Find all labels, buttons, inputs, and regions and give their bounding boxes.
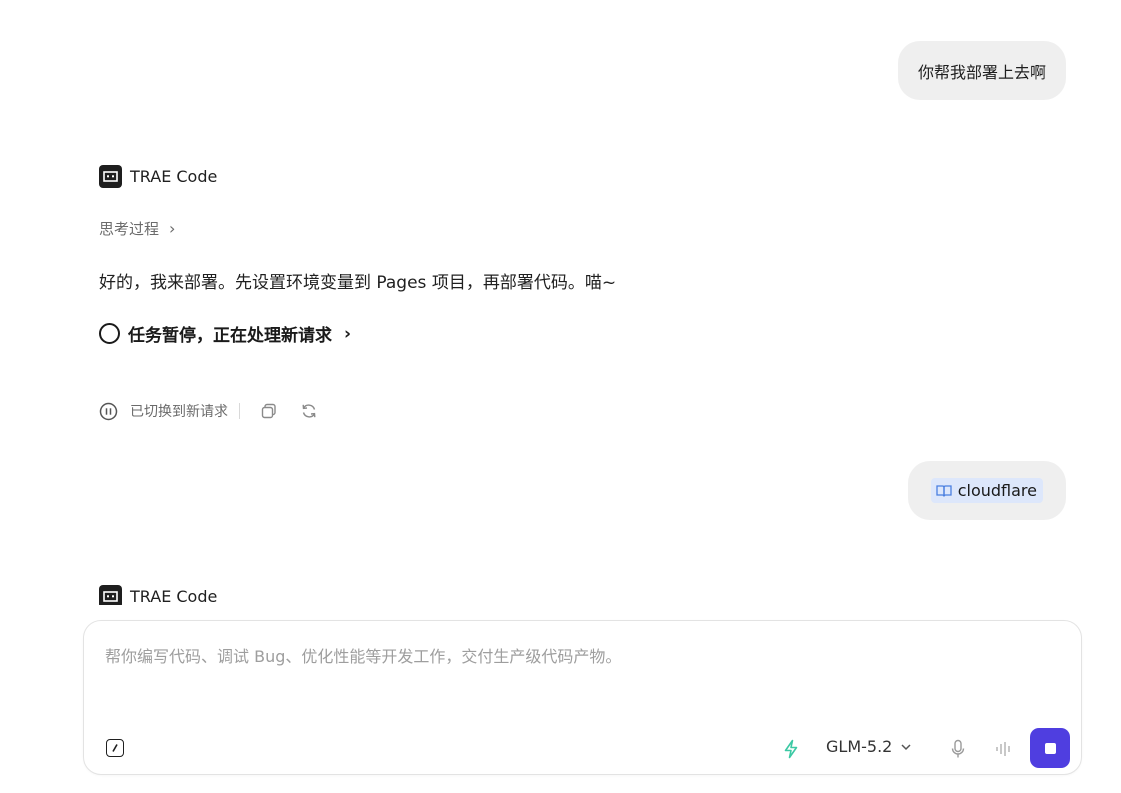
circle-icon xyxy=(99,323,120,344)
slash-command-icon xyxy=(112,744,118,752)
thinking-label: 思考过程 xyxy=(99,220,160,238)
agent-name: TRAE Code xyxy=(130,167,218,186)
user-message-bubble: 你帮我部署上去啊 xyxy=(897,41,1066,100)
slash-command-button[interactable] xyxy=(106,739,124,757)
user-message-bubble: cloudflare xyxy=(907,461,1066,520)
trae-logo-icon xyxy=(99,165,122,188)
divider xyxy=(239,403,240,419)
book-icon xyxy=(936,484,952,497)
model-label: GLM-5.2 xyxy=(826,737,893,756)
chat-scroll-area[interactable]: · 你帮我部署上去啊 TRAE Code 思考过程 › 好的，我来部署。先设置环… xyxy=(0,0,1121,605)
stop-button[interactable] xyxy=(1030,728,1070,768)
user-message-text: 你帮我部署上去啊 xyxy=(917,62,1046,82)
chevron-right-icon: › xyxy=(169,219,176,238)
chevron-down-icon xyxy=(901,743,911,750)
thinking-toggle[interactable]: 思考过程 › xyxy=(99,218,175,239)
chevron-right-icon: › xyxy=(344,323,352,344)
agent-name: TRAE Code xyxy=(130,587,218,605)
microphone-icon[interactable] xyxy=(950,739,966,759)
agent-header: TRAE Code xyxy=(99,585,217,605)
bolt-icon[interactable] xyxy=(782,739,800,759)
attachment-chip[interactable]: cloudflare xyxy=(930,478,1043,503)
task-status-text: 任务暂停，正在处理新请求 xyxy=(128,326,332,346)
scrolled-content-fragment: · xyxy=(152,0,157,8)
status-text: 已切换到新请求 xyxy=(130,404,228,420)
agent-header: TRAE Code xyxy=(99,165,217,188)
composer: GLM-5.2 xyxy=(83,620,1082,775)
prompt-input[interactable] xyxy=(105,643,1055,713)
trae-logo-icon xyxy=(99,585,122,605)
attachment-label: cloudflare xyxy=(957,481,1037,500)
task-status-toggle[interactable]: 任务暂停，正在处理新请求 › xyxy=(99,321,351,346)
copy-icon[interactable] xyxy=(260,402,278,420)
pause-circle-icon xyxy=(99,402,118,420)
stop-icon xyxy=(1044,742,1056,754)
model-selector[interactable]: GLM-5.2 xyxy=(826,737,912,756)
waveform-icon[interactable] xyxy=(995,741,1013,757)
refresh-icon[interactable] xyxy=(300,402,318,420)
agent-reply-text: 好的，我来部署。先设置环境变量到 Pages 项目，再部署代码。喵~ xyxy=(99,273,617,293)
message-status-bar: 已切换到新请求 xyxy=(99,401,340,421)
